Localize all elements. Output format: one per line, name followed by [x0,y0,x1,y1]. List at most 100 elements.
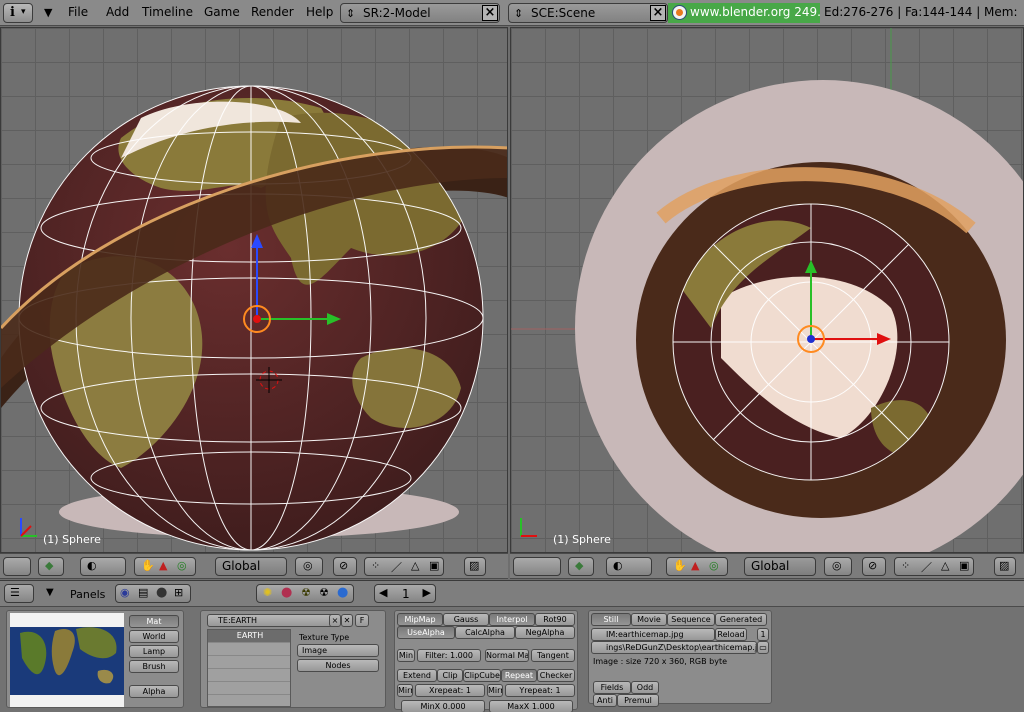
menu-render[interactable]: Render [251,5,294,19]
filter-field[interactable]: Filter: 1.000 [417,649,481,662]
texture-channel-empty[interactable] [208,643,290,656]
object-mode-icon-right[interactable]: ◆ [568,557,594,576]
texture-channel-empty[interactable] [208,669,290,682]
texture-unlink-button[interactable]: ✕ [341,614,353,627]
clipcube-toggle[interactable]: ClipCube [463,669,501,682]
preview-brush-button[interactable]: Brush [129,660,179,673]
image-browse-field[interactable]: IM:earthicemap.jpg [591,628,715,641]
screen-browse-icon[interactable]: ⇕ [346,7,355,20]
manipulator-toggles-right[interactable]: ✋ ▲ ◎ [666,557,728,576]
texture-browse-field[interactable]: TE:EARTH [207,614,339,627]
source-sequence-tab[interactable]: Sequence [667,613,715,626]
file-browse-button[interactable]: ▭ [757,641,769,654]
window-type-button[interactable]: ☰ [4,584,34,603]
select-mode-left[interactable]: ⁘ ／ △ ▣ [364,557,444,576]
interpol-toggle[interactable]: Interpol [489,613,535,626]
draw-type-button-left[interactable]: ◐ [80,557,126,576]
preview-alpha-button[interactable]: Alpha [129,685,179,698]
image-name[interactable]: IM:earthicemap.jpg [606,630,684,639]
object-context-icon: ⊞ [174,586,184,599]
odd-toggle[interactable]: Odd [631,681,659,694]
context-tabs[interactable]: ◉ ▤ ● ⊞ [115,584,191,603]
texture-name[interactable]: TE:EARTH [218,616,257,625]
info-window-type-button[interactable]: i ▾ [3,3,33,23]
tangent-toggle[interactable]: Tangent [531,649,575,662]
menu-add[interactable]: Add [106,5,129,19]
mipmap-toggle[interactable]: MipMap [397,613,443,626]
minx-field[interactable]: MinX 0.000 [401,700,485,712]
yrepeat-field[interactable]: Yrepeat: 1 [505,684,575,697]
proportional-edit-left[interactable]: ⊘ [333,557,357,576]
gauss-toggle[interactable]: Gauss [443,613,489,626]
scene-selector[interactable]: ⇕ SCE:Scene × [508,3,668,23]
transform-orientation-left[interactable]: Global [215,557,287,576]
anti-toggle[interactable]: Anti [593,694,617,707]
draw-type-button-right[interactable]: ◐ [606,557,652,576]
clip-toggle[interactable]: Clip [437,669,463,682]
image-path[interactable]: ings\ReDGunZ\Desktop\earthicemap.jpg [606,643,756,652]
source-movie-tab[interactable]: Movie [631,613,667,626]
frame-counter[interactable]: ◀ 1 ▶ [374,584,436,603]
3d-viewport-left[interactable]: (1) Sphere [0,27,508,553]
screen-selector[interactable]: ⇕ SR:2-Model × [340,3,500,23]
pivot-button-left[interactable]: ◎ [295,557,323,576]
texture-channel-empty[interactable] [208,656,290,669]
texture-channel-empty[interactable] [208,682,290,695]
nodes-button[interactable]: Nodes [297,659,379,672]
preview-world-button[interactable]: World [129,630,179,643]
blender-version-link[interactable]: www.blender.org 249.2 [668,3,820,23]
texture-delete-button[interactable]: × [329,614,341,627]
rot90-toggle[interactable]: Rot90 [535,613,575,626]
texture-channel-list[interactable]: EARTH [207,629,291,707]
extend-toggle[interactable]: Extend [397,669,437,682]
mirror-x-toggle[interactable]: Mirr [397,684,413,697]
usealpha-toggle[interactable]: UseAlpha [397,626,455,639]
calcalpha-toggle[interactable]: CalcAlpha [455,626,515,639]
source-generated-tab[interactable]: Generated [715,613,767,626]
screen-name[interactable]: 2-Model [383,6,431,20]
mode-selector-right[interactable] [513,557,561,576]
maxx-field[interactable]: MaxX 1.000 [489,700,573,712]
menu-timeline[interactable]: Timeline [142,5,193,19]
preview-mat-button[interactable]: Mat [129,615,179,628]
reload-button[interactable]: Reload [715,628,747,641]
image-path-field[interactable]: ings\ReDGunZ\Desktop\earthicemap.jpg [591,641,757,654]
delete-screen-icon[interactable]: × [482,5,498,21]
3d-viewport-right[interactable]: (1) Sphere [510,27,1024,553]
menu-file[interactable]: File [68,5,88,19]
source-still-tab[interactable]: Still [591,613,631,626]
repeat-toggle[interactable]: Repeat [501,669,537,682]
pivot-button-right[interactable]: ◎ [824,557,852,576]
negalpha-toggle[interactable]: NegAlpha [515,626,575,639]
texture-channel-active[interactable]: EARTH [208,630,290,643]
normal-map-toggle[interactable]: Normal Ma [485,649,529,662]
texture-fake-user-button[interactable]: F [355,614,369,627]
premul-toggle[interactable]: Premul [617,694,659,707]
delete-scene-icon[interactable]: × [650,5,666,21]
xrepeat-field[interactable]: Xrepeat: 1 [415,684,485,697]
collapse-icon[interactable]: ▼ [46,587,54,598]
menu-help[interactable]: Help [306,5,333,19]
scene-browse-icon[interactable]: ⇕ [514,7,523,20]
min-toggle[interactable]: Min [397,649,415,662]
select-mode-right[interactable]: ⁘ ／ △ ▣ [894,557,974,576]
checker-toggle[interactable]: Checker [537,669,575,682]
preview-lamp-button[interactable]: Lamp [129,645,179,658]
mode-selector-left[interactable] [3,557,31,576]
menu-game[interactable]: Game [204,5,240,19]
shading-context-icon: ● [156,585,168,600]
proportional-edit-right[interactable]: ⊘ [862,557,886,576]
texture-channel-empty[interactable] [208,695,290,706]
render-preview-left[interactable]: ▨ [464,557,486,576]
fields-toggle[interactable]: Fields [593,681,631,694]
render-preview-right[interactable]: ▨ [994,557,1016,576]
shading-subcontext-tabs[interactable]: ✺ ● ☢ ☢ ● [256,584,354,603]
transform-orientation-right[interactable]: Global [744,557,816,576]
manipulator-toggles-left[interactable]: ✋ ▲ ◎ [134,557,196,576]
scene-name[interactable]: Scene [559,6,596,20]
frame-right-arrow-icon[interactable]: ▶ [423,586,431,599]
texture-type-select[interactable]: Image [297,644,379,657]
object-mode-icon-left[interactable]: ◆ [38,557,64,576]
frame-left-arrow-icon[interactable]: ◀ [379,586,387,599]
mirror-y-toggle[interactable]: Mirr [487,684,503,697]
